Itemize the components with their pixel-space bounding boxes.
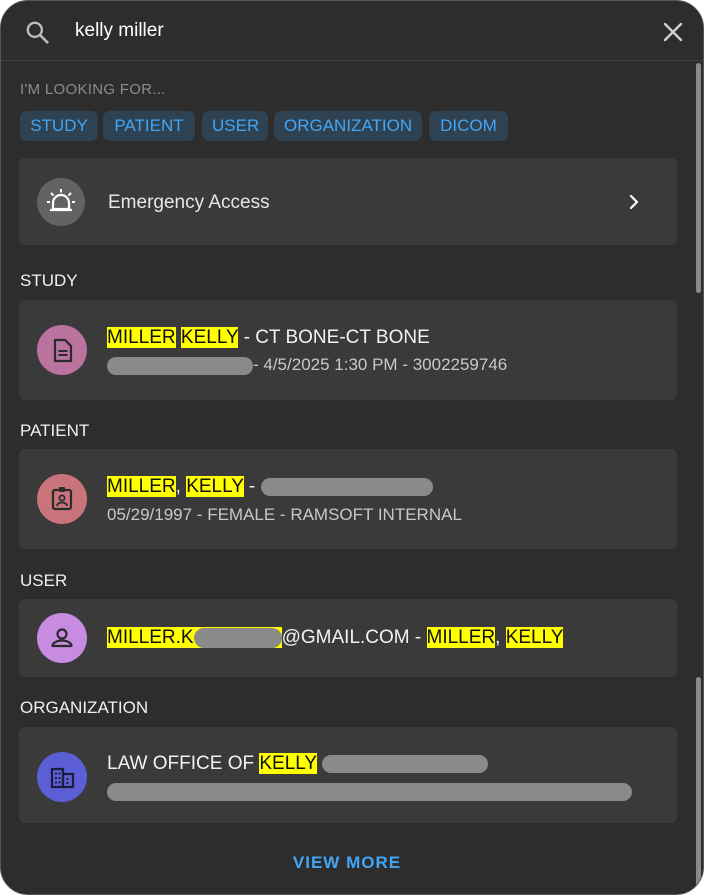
redacted-block: [107, 356, 253, 375]
patient-avatar: [37, 474, 87, 524]
emergency-access-button[interactable]: Emergency Access: [19, 158, 677, 245]
patient-result-item[interactable]: MILLER, KELLY - 05/29/1997 - FEMALE - RA…: [19, 449, 677, 549]
match-highlight: MILLER: [107, 476, 176, 497]
chip-patient[interactable]: PATIENT: [103, 111, 195, 141]
match-highlight: KELLY: [259, 753, 317, 774]
organization-result-item[interactable]: LAW OFFICE OF KELLY: [19, 727, 677, 823]
user-result-title: MILLER.K @GMAIL.COM - MILLER, KELLY: [107, 627, 564, 649]
name-separator: ,: [495, 627, 501, 648]
chip-user[interactable]: USER: [202, 111, 268, 141]
redacted-block: [193, 627, 282, 648]
title-dash: -: [243, 476, 256, 497]
organization-result-title: LAW OFFICE OF KELLY: [107, 753, 489, 775]
section-organization-heading: ORGANIZATION: [20, 698, 149, 717]
chip-organization[interactable]: ORGANIZATION: [274, 111, 422, 141]
user-result-item[interactable]: MILLER.K @GMAIL.COM - MILLER, KELLY: [19, 599, 677, 677]
study-result-item[interactable]: MILLER KELLY - CT BONE-CT BONE - 4/5/202…: [19, 300, 677, 400]
match-highlight: MILLER: [107, 327, 176, 348]
match-highlight: KELLY: [505, 627, 564, 648]
search-input[interactable]: [75, 17, 635, 45]
emergency-access-label: Emergency Access: [108, 192, 270, 213]
global-search-panel: I'M LOOKING FOR... STUDY PATIENT USER OR…: [0, 0, 704, 895]
match-highlight: KELLY: [180, 327, 239, 348]
redacted-block: [322, 754, 489, 773]
looking-for-label: I'M LOOKING FOR...: [20, 81, 166, 98]
emergency-avatar: [37, 178, 85, 226]
search-icon: [26, 21, 49, 44]
match-highlight: KELLY: [186, 476, 244, 497]
view-more-button[interactable]: VIEW MORE: [1, 853, 693, 873]
person-icon: [51, 628, 73, 648]
name-separator: ,: [175, 476, 181, 497]
chip-dicom[interactable]: DICOM: [429, 111, 508, 141]
badge-icon: [51, 487, 73, 511]
email-prefix: MILLER.K: [107, 627, 194, 648]
patient-result-title: MILLER, KELLY -: [107, 476, 433, 498]
chip-study[interactable]: STUDY: [20, 111, 98, 141]
scrollbar-thumb[interactable]: [696, 63, 701, 293]
match-highlight: MILLER: [426, 627, 496, 648]
siren-icon: [47, 189, 75, 212]
email-suffix: @GMAIL.COM -: [281, 627, 427, 648]
study-description: - CT BONE-CT BONE: [238, 327, 430, 348]
study-result-details: - 4/5/2025 1:30 PM - 3002259746: [107, 355, 507, 375]
search-bar: [1, 1, 703, 61]
patient-result-details: 05/29/1997 - FEMALE - RAMSOFT INTERNAL: [107, 505, 462, 524]
study-avatar: [37, 325, 87, 375]
match-highlight: MILLER.K: [107, 627, 282, 648]
organization-avatar: [37, 752, 87, 802]
study-details-text: - 4/5/2025 1:30 PM - 3002259746: [253, 355, 508, 374]
section-user-heading: USER: [20, 571, 68, 590]
close-icon[interactable]: [661, 20, 685, 44]
section-study-heading: STUDY: [20, 271, 78, 290]
study-result-title: MILLER KELLY - CT BONE-CT BONE: [107, 327, 430, 349]
org-name-prefix: LAW OFFICE OF: [107, 753, 260, 774]
redacted-block: [260, 477, 433, 496]
scrollbar-thumb-lower[interactable]: [696, 677, 701, 892]
organization-result-details: [107, 781, 632, 801]
section-patient-heading: PATIENT: [20, 421, 90, 440]
building-icon: [50, 767, 75, 789]
redacted-block: [107, 782, 632, 801]
document-icon: [53, 338, 73, 363]
user-avatar: [37, 613, 87, 663]
chevron-right-icon: [629, 194, 639, 210]
